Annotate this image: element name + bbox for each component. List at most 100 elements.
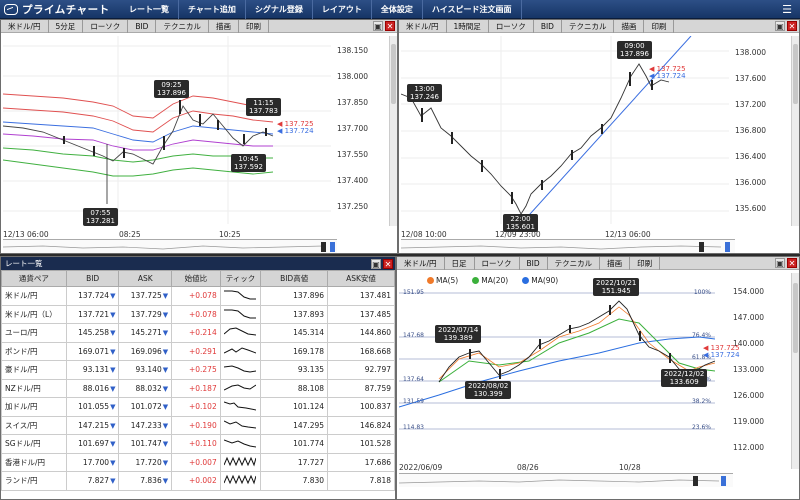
chart1-draw[interactable]: 描画 xyxy=(209,19,239,33)
chart1-timeframe[interactable]: 5分足 xyxy=(49,19,84,33)
rate-row[interactable]: 米ドル/円（L） 137.721▼ 137.729▼ +0.078 137.893 137… xyxy=(1,304,395,324)
chart1-technical[interactable]: テクニカル xyxy=(156,19,209,33)
menu-settings[interactable]: 全体設定 xyxy=(372,0,423,19)
chart1-price-side[interactable]: BID xyxy=(128,19,157,33)
rate-pair: 香港ドル/円 xyxy=(1,452,67,472)
down-triangle-icon: ▼ xyxy=(110,292,116,301)
chart1-xtick: 08:25 xyxy=(119,230,141,239)
chart2-print[interactable]: 印刷 xyxy=(644,19,675,33)
rate-list-close-button[interactable]: ✕ xyxy=(383,258,393,269)
chart1-navigator[interactable] xyxy=(3,239,337,253)
rate-row[interactable]: 加ドル/円 101.055▼ 101.072▼ +0.102 101.124 100.83… xyxy=(1,397,395,417)
chart3-maximize-button[interactable]: ▣ xyxy=(775,258,785,268)
chart3-vscroll[interactable] xyxy=(791,273,799,469)
rate-row[interactable]: 豪ドル/円 93.131▼ 93.140▼ +0.275 93.135 92.797 xyxy=(1,360,395,380)
chart3-ytick: 112.000 xyxy=(733,443,765,452)
rate-row[interactable]: NZドル/円 88.016▼ 88.032▼ +0.187 88.108 87.759 xyxy=(1,378,395,398)
down-triangle-icon: ▼ xyxy=(162,458,169,467)
chart3-ytick: 133.000 xyxy=(733,365,765,374)
chart1-close-button[interactable]: ✕ xyxy=(385,21,395,31)
chart2-timeframe[interactable]: 1時間足 xyxy=(447,19,489,33)
chart2-vscroll[interactable] xyxy=(791,36,799,226)
chart3-nav-handle-left[interactable] xyxy=(693,476,698,486)
chart2-bid-tag: ◀ 137.724 xyxy=(649,72,686,80)
chart2-chart-type[interactable]: ローソク xyxy=(489,19,534,33)
chart3-left-label: 147.68 xyxy=(403,332,424,339)
rate-row[interactable]: 香港ドル/円 17.700▼ 17.720▼ +0.007 17.727 17.686 xyxy=(1,452,395,472)
rate-row[interactable]: SGドル/円 101.697▼ 101.747▼ +0.110 101.774 101.5… xyxy=(1,434,395,454)
rate-pair: SGドル/円 xyxy=(1,434,67,454)
chart1-callout-low: 07:55 137.281 xyxy=(83,208,118,226)
rate-row[interactable]: 米ドル/円 137.724▼ 137.725▼ +0.078 137.896 137.48… xyxy=(1,286,395,306)
col-ask[interactable]: ASK xyxy=(118,270,173,287)
down-triangle-icon: ▼ xyxy=(110,440,116,449)
chart3-technical[interactable]: テクニカル xyxy=(548,256,601,270)
chart2-pair[interactable]: 米ドル/円 xyxy=(399,19,447,33)
chart2-technical[interactable]: テクニカル xyxy=(562,19,615,33)
chart1-nav-handle-right[interactable] xyxy=(330,242,335,252)
chart3-timeframe[interactable]: 日足 xyxy=(445,256,475,270)
menu-rate-list[interactable]: レート一覧 xyxy=(120,0,179,19)
rate-bid: 169.071▼ xyxy=(65,341,120,361)
chart1-vscroll[interactable] xyxy=(389,36,397,226)
chart2-ytick: 136.000 xyxy=(735,178,767,187)
chart3-navigator[interactable] xyxy=(399,473,733,487)
chart-panel-1hour: 米ドル/円 1時間足 ローソク BID テクニカル 描画 印刷 ▣ ✕ 138.… xyxy=(398,19,800,254)
chart1-print[interactable]: 印刷 xyxy=(239,19,269,33)
rate-ask: 88.032▼ xyxy=(118,378,173,398)
chart3-print[interactable]: 印刷 xyxy=(630,256,661,270)
menu-signal[interactable]: シグナル登録 xyxy=(246,0,313,19)
chart1-pair[interactable]: 米ドル/円 xyxy=(1,19,49,33)
chart1-nav-handle-left[interactable] xyxy=(321,242,326,252)
menu-layout[interactable]: レイアウト xyxy=(313,0,372,19)
rate-list-maximize-button[interactable]: ▣ xyxy=(371,258,381,269)
chart1-callout-current: 11:15 137.783 xyxy=(246,98,281,116)
chart2-nav-handle-left[interactable] xyxy=(699,242,704,252)
chart2-nav-handle-right[interactable] xyxy=(725,242,730,252)
chart1-chart-type[interactable]: ローソク xyxy=(83,19,129,33)
chart3-chart-type[interactable]: ローソク xyxy=(475,256,520,270)
chart1-ytick: 137.250 xyxy=(337,202,369,211)
logo-icon xyxy=(4,3,18,15)
rate-tick-sparkline xyxy=(219,378,262,398)
chart2-navigator[interactable] xyxy=(401,239,735,253)
hamburger-icon[interactable]: ☰ xyxy=(782,3,800,16)
chart2-xtick: 12/13 06:00 xyxy=(605,230,651,239)
col-ask-low[interactable]: ASK安値 xyxy=(327,270,395,287)
chart1-xtick: 10:25 xyxy=(219,230,241,239)
chart2-price-side[interactable]: BID xyxy=(534,19,562,33)
chart3-draw[interactable]: 描画 xyxy=(600,256,631,270)
chart3-close-button[interactable]: ✕ xyxy=(787,258,797,268)
col-bid[interactable]: BID xyxy=(65,270,120,287)
rate-bid-high: 88.108 xyxy=(260,378,329,398)
rate-tick-sparkline xyxy=(219,397,262,417)
rate-ask: 7.836▼ xyxy=(118,471,173,491)
chart2-draw[interactable]: 描画 xyxy=(614,19,645,33)
rate-bid-high: 169.178 xyxy=(260,341,329,361)
down-triangle-icon: ▼ xyxy=(110,329,116,338)
menu-high-speed-order[interactable]: ハイスピード注文画面 xyxy=(423,0,522,19)
col-pair[interactable]: 通貨ペア xyxy=(1,270,67,287)
col-bid-high[interactable]: BID高値 xyxy=(260,270,329,287)
chart3-price-side[interactable]: BID xyxy=(520,256,548,270)
chart2-maximize-button[interactable]: ▣ xyxy=(775,21,785,31)
rate-tick-sparkline xyxy=(219,471,262,491)
down-triangle-icon: ▼ xyxy=(110,366,116,375)
rate-row[interactable]: スイス/円 147.215▼ 147.233▼ +0.190 147.295 146.82… xyxy=(1,415,395,435)
chart3-left-label: 114.83 xyxy=(403,424,424,431)
rate-row[interactable]: ユーロ/円 145.258▼ 145.271▼ +0.214 145.314 144.86… xyxy=(1,323,395,343)
rate-tick-sparkline xyxy=(219,341,262,361)
menu-add-chart[interactable]: チャート追加 xyxy=(179,0,246,19)
rate-pair: ユーロ/円 xyxy=(1,323,67,343)
down-triangle-icon: ▼ xyxy=(162,384,169,393)
chart2-callout-left: 13:00 137.246 xyxy=(407,84,442,102)
rate-row[interactable]: ランド/円 7.827▼ 7.836▼ +0.002 7.830 7.818 xyxy=(1,471,395,491)
chart2-close-button[interactable]: ✕ xyxy=(787,21,797,31)
chart1-maximize-button[interactable]: ▣ xyxy=(373,21,383,31)
rate-bid: 137.721▼ xyxy=(65,304,120,324)
chart3-nav-handle-right[interactable] xyxy=(721,476,726,486)
col-change[interactable]: 始値比 xyxy=(171,270,221,287)
chart3-pair[interactable]: 米ドル/円 xyxy=(397,256,445,270)
col-tick[interactable]: ティック xyxy=(219,270,262,287)
rate-row[interactable]: ポンド/円 169.071▼ 169.096▼ +0.291 169.178 168.66… xyxy=(1,341,395,361)
